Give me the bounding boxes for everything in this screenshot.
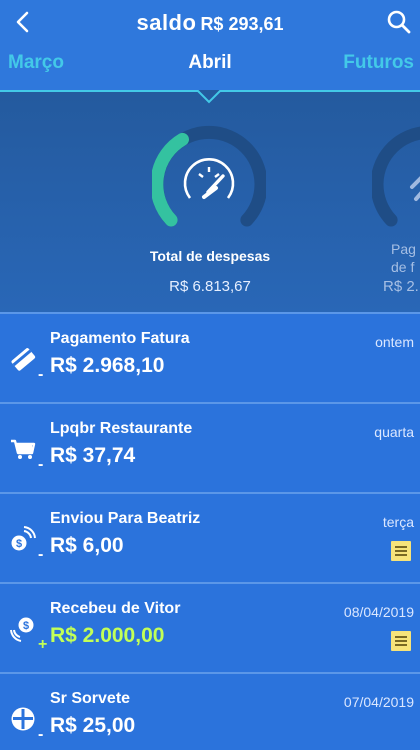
- transaction-list[interactable]: Pagamento Fatura - R$ 2.968,10 ontem Lpq…: [0, 312, 420, 750]
- transaction-date: 07/04/2019: [343, 694, 414, 710]
- transaction-row[interactable]: Lpqbr Restaurante - R$ 37,74 quarta: [0, 402, 420, 492]
- balance-title: saldo R$ 293,61: [0, 10, 420, 36]
- search-icon: [387, 10, 411, 34]
- transaction-amount: R$ 2.968,10: [50, 354, 165, 377]
- transaction-date: 08/04/2019: [343, 604, 414, 620]
- transaction-amount: R$ 6,00: [50, 534, 124, 557]
- title-label: saldo: [136, 10, 197, 35]
- transaction-row[interactable]: $ Recebeu de Vitor + R$ 2.000,00 08/04/2…: [0, 582, 420, 672]
- next-summary-label: Pag de f: [391, 241, 416, 275]
- summary-carousel[interactable]: Total de despesas R$ 6.813,67 Pag de f R…: [0, 90, 420, 312]
- balance-value: R$ 293,61: [200, 14, 284, 34]
- svg-text:$: $: [16, 538, 22, 550]
- transaction-name: Enviou Para Beatriz: [50, 510, 201, 527]
- amount-sign: -: [38, 366, 44, 383]
- receipt-icon[interactable]: [390, 540, 412, 562]
- cart-icon: [11, 439, 36, 459]
- transaction-name: Sr Sorvete: [50, 690, 131, 707]
- amount-sign: +: [38, 636, 48, 653]
- restaurant-icon: [11, 707, 35, 731]
- money-receive-icon: $: [10, 617, 34, 642]
- summary-value: R$ 6.813,67: [169, 278, 251, 295]
- amount-sign: -: [38, 456, 44, 473]
- amount-sign: -: [38, 546, 44, 563]
- search-button[interactable]: [386, 9, 412, 35]
- next-gauge: [372, 126, 420, 227]
- transaction-name: Recebeu de Vitor: [50, 600, 181, 617]
- svg-text:$: $: [23, 620, 29, 632]
- transaction-row[interactable]: Pagamento Fatura - R$ 2.968,10 ontem: [0, 312, 420, 402]
- money-send-icon: $: [11, 526, 36, 551]
- expense-gauge: [152, 125, 266, 227]
- transaction-date: terça: [382, 514, 414, 530]
- transaction-amount: R$ 25,00: [50, 714, 136, 737]
- summary-label: Total de despesas: [149, 248, 271, 264]
- transaction-row[interactable]: Sr Sorvete - R$ 25,00 07/04/2019: [0, 672, 420, 750]
- top-bar: saldo R$ 293,61: [0, 0, 420, 46]
- tab-indicator: [0, 90, 420, 104]
- transaction-amount: R$ 37,74: [50, 444, 136, 467]
- transaction-row[interactable]: $ Enviou Para Beatriz - R$ 6,00 terça: [0, 492, 420, 582]
- transaction-date: quarta: [374, 424, 414, 440]
- tab-future[interactable]: Futuros: [343, 52, 414, 74]
- card-icon: [11, 348, 36, 371]
- speedometer-icon: [183, 158, 235, 199]
- transaction-date: ontem: [375, 334, 414, 350]
- amount-sign: -: [38, 726, 44, 743]
- month-tabs: Março Abril Futuros: [0, 46, 420, 90]
- transaction-name: Pagamento Fatura: [50, 330, 190, 347]
- transaction-name: Lpqbr Restaurante: [50, 420, 193, 437]
- next-summary-value: R$ 2.: [383, 278, 419, 295]
- receipt-icon[interactable]: [390, 630, 412, 652]
- transaction-amount: R$ 2.000,00: [50, 624, 165, 647]
